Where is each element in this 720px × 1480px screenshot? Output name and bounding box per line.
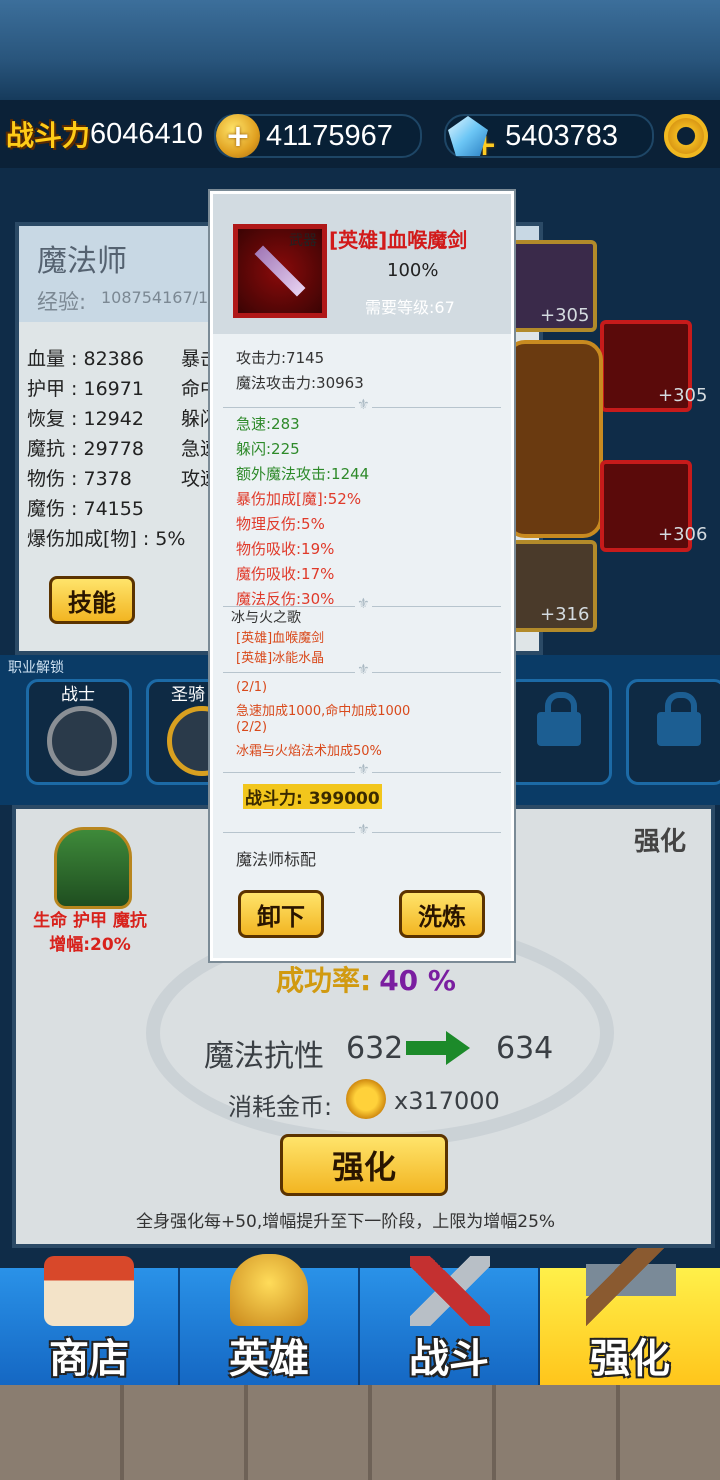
stat-magic-resist: 魔抗 : 29778	[27, 438, 144, 460]
class-locked-slot[interactable]	[626, 679, 720, 785]
stat-hp: 血量 : 82386	[27, 348, 144, 370]
attr-from: 632	[346, 1031, 404, 1066]
item-power: 战斗力: 399000	[243, 784, 382, 809]
cost-label: 消耗金币:	[228, 1093, 333, 1121]
exp-label: 经验:	[37, 290, 87, 314]
item-percent: 100%	[387, 260, 439, 281]
base-stat: 魔法攻击力:30963	[236, 374, 364, 392]
lock-icon	[537, 692, 581, 746]
set-item: [英雄]冰能水晶	[236, 651, 325, 666]
nav-battle[interactable]: 战斗	[360, 1256, 540, 1388]
nav-shop[interactable]: 商店	[0, 1256, 180, 1388]
forge-title: 强化	[634, 827, 687, 857]
top-banner	[0, 0, 720, 100]
bonus-text: 生命 护甲 魔抗 增幅:20%	[33, 911, 147, 955]
sword-icon	[47, 706, 117, 776]
hammer-anvil-icon	[586, 1248, 676, 1328]
shop-icon	[44, 1256, 134, 1326]
set-bonus-effect: 冰霜与火焰法术加成50%	[236, 744, 382, 759]
stat-crit-bonus: 爆伤加成[物] : 5%	[27, 528, 186, 550]
armor-bonus-icon	[54, 827, 132, 909]
combat-power-label: 战斗力	[6, 119, 91, 152]
set-name: 冰与火之歌	[231, 610, 301, 626]
base-stat: 攻击力:7145	[236, 349, 325, 367]
currency-bar: 战斗力 6046410 + 41175967 + 5403783	[0, 100, 720, 168]
set-item: [英雄]血喉魔剑	[236, 631, 325, 646]
arrow-head-icon	[446, 1031, 470, 1065]
success-label: 成功率:	[276, 964, 372, 997]
level-requirement: 需要等级:67	[365, 298, 455, 317]
cost-value: x317000	[394, 1087, 500, 1115]
item-header: 武器 [英雄]血喉魔剑 100% 需要等级:67	[213, 194, 511, 334]
attr-name: 魔法抗性	[204, 1039, 324, 1074]
stat-regen: 恢复 : 12942	[27, 408, 144, 430]
green-stat: 额外魔法攻击:1244	[236, 465, 370, 483]
class-label: 战士	[61, 685, 95, 705]
item-detail-popup: 武器 [英雄]血喉魔剑 100% 需要等级:67 攻击力:7145 魔法攻击力:…	[210, 191, 514, 961]
red-stat: 暴伤加成[魔]:52%	[236, 490, 362, 508]
divider	[223, 397, 501, 413]
gem-value: 5403783	[505, 119, 619, 152]
class-name: 魔法师	[37, 244, 127, 279]
item-type: 武器	[289, 233, 317, 249]
set-bonus-count: (2/2)	[236, 720, 268, 735]
class-unlock-title: 职业解锁	[8, 660, 64, 676]
divider	[223, 662, 501, 678]
gold-value: 41175967	[266, 119, 393, 152]
combat-power-value: 6046410	[90, 117, 203, 150]
item-name: [英雄]血喉魔剑	[329, 228, 468, 252]
success-value: 40 %	[379, 964, 456, 997]
lock-icon	[657, 692, 701, 746]
item-description: 魔法师标配	[236, 850, 317, 869]
red-stat: 物伤吸收:19%	[236, 540, 335, 558]
class-locked-slot[interactable]	[506, 679, 612, 785]
settings-gear-icon[interactable]	[664, 114, 708, 158]
enhance-button[interactable]: 强化	[280, 1134, 448, 1196]
success-rate: 成功率: 40 %	[276, 959, 456, 999]
nav-label: 英雄	[229, 1336, 309, 1382]
slot-level: +316	[540, 604, 590, 625]
slot-level: +305	[540, 305, 590, 326]
unequip-button[interactable]: 卸下	[238, 890, 324, 938]
forge-footnote: 全身强化每+50,增幅提升至下一阶段，上限为增幅25%	[136, 1212, 556, 1232]
gold-add-icon[interactable]: +	[216, 114, 260, 158]
stat-armor: 护甲 : 16971	[27, 378, 144, 400]
red-stat: 物理反伤:5%	[236, 515, 325, 533]
hero-character	[505, 340, 603, 538]
refine-button[interactable]: 洗炼	[399, 890, 485, 938]
divider	[223, 762, 501, 778]
gold-coin-icon	[346, 1079, 386, 1119]
red-stat: 魔伤吸收:17%	[236, 565, 335, 583]
nav-hero[interactable]: 英雄	[180, 1254, 360, 1388]
nav-label: 商店	[49, 1336, 129, 1382]
helmet-icon	[230, 1254, 308, 1326]
stat-magic-damage: 魔伤 : 74155	[27, 498, 144, 520]
crossed-swords-icon	[410, 1256, 490, 1326]
skill-button[interactable]: 技能	[49, 576, 135, 624]
exp-value: 108754167/1	[101, 288, 209, 307]
nav-label: 战斗	[409, 1336, 489, 1382]
combat-power: 战斗力 6046410	[6, 114, 203, 154]
stone-ground	[0, 1385, 720, 1480]
nav-enhance[interactable]: 强化	[540, 1248, 720, 1388]
sword-icon	[254, 245, 306, 297]
slot-level: +306	[658, 524, 708, 545]
green-stat: 急速:283	[236, 415, 300, 433]
class-label: 圣骑	[171, 685, 205, 705]
set-bonus-count: (2/1)	[236, 680, 268, 695]
stat-physical-damage: 物伤 : 7378	[27, 468, 132, 490]
gold-display: + 41175967	[214, 114, 422, 158]
class-warrior[interactable]: 战士	[26, 679, 132, 785]
attr-to: 634	[496, 1031, 554, 1066]
nav-label: 强化	[590, 1336, 670, 1382]
green-stat: 躲闪:225	[236, 440, 300, 458]
divider	[223, 822, 501, 838]
slot-level: +305	[658, 385, 708, 406]
set-bonus-effect: 急速加成1000,命中加成1000	[236, 704, 411, 719]
gem-display: + 5403783	[444, 114, 654, 163]
